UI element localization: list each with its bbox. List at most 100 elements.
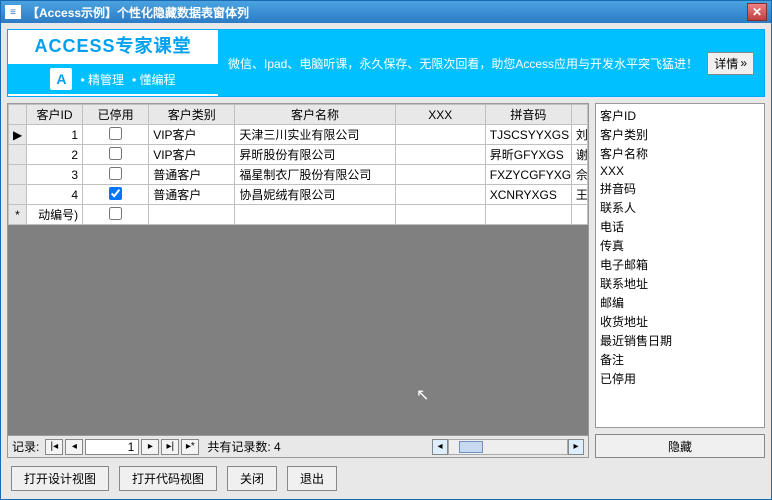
row-selector[interactable]: [9, 145, 27, 165]
table-row[interactable]: 4 普通客户 协昌妮绒有限公司 XCNRYXGS 王: [9, 185, 588, 205]
cursor-icon: ↖: [416, 385, 429, 405]
record-nav: 记录: |◂ ◂ ▸ ▸| ▸* 共有记录数: 4 ◂ ▸: [8, 435, 588, 457]
scroll-right-button[interactable]: ▸: [568, 439, 584, 455]
col-header[interactable]: 客户ID: [27, 105, 83, 125]
open-design-view-button[interactable]: 打开设计视图: [11, 466, 109, 491]
exit-button[interactable]: 退出: [287, 466, 337, 491]
nav-next-button[interactable]: ▸: [141, 439, 159, 455]
cell-stopped[interactable]: [83, 125, 149, 145]
nav-first-button[interactable]: |◂: [45, 439, 63, 455]
col-header[interactable]: 客户名称: [235, 105, 395, 125]
access-icon: A: [50, 68, 72, 90]
scroll-thumb[interactable]: [459, 441, 483, 453]
stopped-checkbox[interactable]: [109, 127, 122, 140]
stopped-checkbox[interactable]: [109, 147, 122, 160]
cell-tail[interactable]: 佘: [571, 165, 587, 185]
open-code-view-button[interactable]: 打开代码视图: [119, 466, 217, 491]
cell-category[interactable]: VIP客户: [149, 145, 235, 165]
cell-name[interactable]: 福星制衣厂股份有限公司: [235, 165, 395, 185]
banner-title: ACCESS专家课堂: [34, 32, 191, 58]
record-number-input[interactable]: [85, 439, 139, 455]
col-header-tail: [571, 105, 587, 125]
cell-id[interactable]: 动编号): [27, 205, 83, 225]
row-selector[interactable]: [9, 165, 27, 185]
banner-promo: 微信、Ipad、电脑听课，永久保存、无限次回看，助您Access应用与开发水平突…: [228, 55, 707, 72]
cell-id[interactable]: 2: [27, 145, 83, 165]
cell-pinyin[interactable]: FXZYCGFYXG: [485, 165, 571, 185]
cell-pinyin[interactable]: [485, 205, 571, 225]
list-item[interactable]: 联系地址: [600, 274, 760, 293]
close-icon[interactable]: ✕: [747, 3, 767, 21]
cell-xxx[interactable]: [395, 125, 485, 145]
scroll-left-button[interactable]: ◂: [432, 439, 448, 455]
cell-pinyin[interactable]: 昇昕GFYXGS: [485, 145, 571, 165]
cell-tail[interactable]: 刘: [571, 125, 587, 145]
cell-tail[interactable]: 王: [571, 185, 587, 205]
stopped-checkbox[interactable]: [109, 207, 122, 220]
table-row[interactable]: 2 VIP客户 昇昕股份有限公司 昇昕GFYXGS 谢: [9, 145, 588, 165]
row-selector-header[interactable]: [9, 105, 27, 125]
cell-tail[interactable]: [571, 205, 587, 225]
list-item[interactable]: 邮编: [600, 293, 760, 312]
cell-name[interactable]: 协昌妮绒有限公司: [235, 185, 395, 205]
cell-xxx[interactable]: [395, 145, 485, 165]
cell-name[interactable]: 昇昕股份有限公司: [235, 145, 395, 165]
cell-xxx[interactable]: [395, 205, 485, 225]
cell-name[interactable]: [235, 205, 395, 225]
list-item[interactable]: XXX: [600, 163, 760, 179]
detail-button[interactable]: 详情»: [707, 52, 754, 75]
cell-name[interactable]: 天津三川实业有限公司: [235, 125, 395, 145]
data-grid[interactable]: 客户ID 已停用 客户类别 客户名称 XXX 拼音码 ▶ 1 VIP客户 天津三…: [8, 104, 588, 225]
cell-xxx[interactable]: [395, 165, 485, 185]
hscrollbar[interactable]: ◂ ▸: [432, 439, 584, 455]
datasheet-pane: 客户ID 已停用 客户类别 客户名称 XXX 拼音码 ▶ 1 VIP客户 天津三…: [7, 103, 589, 458]
col-header[interactable]: 拼音码: [485, 105, 571, 125]
list-item[interactable]: 拼音码: [600, 179, 760, 198]
table-row[interactable]: 3 普通客户 福星制衣厂股份有限公司 FXZYCGFYXG 佘: [9, 165, 588, 185]
row-selector[interactable]: *: [9, 205, 27, 225]
list-item[interactable]: 客户ID: [600, 106, 760, 125]
cell-stopped[interactable]: [83, 185, 149, 205]
list-item[interactable]: 电子邮箱: [600, 255, 760, 274]
cell-category[interactable]: 普通客户: [149, 165, 235, 185]
cell-category[interactable]: [149, 205, 235, 225]
table-row[interactable]: ▶ 1 VIP客户 天津三川实业有限公司 TJSCSYYXGS 刘: [9, 125, 588, 145]
cell-pinyin[interactable]: XCNRYXGS: [485, 185, 571, 205]
close-button[interactable]: 关闭: [227, 466, 277, 491]
cell-tail[interactable]: 谢: [571, 145, 587, 165]
cell-stopped[interactable]: [83, 165, 149, 185]
field-listbox[interactable]: 客户ID客户类别客户名称XXX拼音码联系人电话传真电子邮箱联系地址邮编收货地址最…: [595, 103, 765, 428]
banner: ACCESS专家课堂 A • 精管理 • 懂编程 微信、Ipad、电脑听课，永久…: [7, 29, 765, 97]
nav-prev-button[interactable]: ◂: [65, 439, 83, 455]
cell-id[interactable]: 3: [27, 165, 83, 185]
hide-button[interactable]: 隐藏: [595, 434, 765, 458]
stopped-checkbox[interactable]: [109, 167, 122, 180]
cell-stopped[interactable]: [83, 205, 149, 225]
row-selector[interactable]: [9, 185, 27, 205]
table-row[interactable]: * 动编号): [9, 205, 588, 225]
list-item[interactable]: 客户类别: [600, 125, 760, 144]
cell-category[interactable]: 普通客户: [149, 185, 235, 205]
cell-xxx[interactable]: [395, 185, 485, 205]
col-header[interactable]: 已停用: [83, 105, 149, 125]
list-item[interactable]: 收货地址: [600, 312, 760, 331]
list-item[interactable]: 备注: [600, 350, 760, 369]
list-item[interactable]: 客户名称: [600, 144, 760, 163]
nav-last-button[interactable]: ▸|: [161, 439, 179, 455]
cell-category[interactable]: VIP客户: [149, 125, 235, 145]
list-item[interactable]: 电话: [600, 217, 760, 236]
nav-new-button[interactable]: ▸*: [181, 439, 199, 455]
cell-pinyin[interactable]: TJSCSYYXGS: [485, 125, 571, 145]
cell-id[interactable]: 4: [27, 185, 83, 205]
row-selector[interactable]: ▶: [9, 125, 27, 145]
cell-id[interactable]: 1: [27, 125, 83, 145]
list-item[interactable]: 最近销售日期: [600, 331, 760, 350]
col-header[interactable]: 客户类别: [149, 105, 235, 125]
list-item[interactable]: 传真: [600, 236, 760, 255]
list-item[interactable]: 联系人: [600, 198, 760, 217]
banner-right: 微信、Ipad、电脑听课，永久保存、无限次回看，助您Access应用与开发水平突…: [218, 30, 764, 96]
cell-stopped[interactable]: [83, 145, 149, 165]
col-header[interactable]: XXX: [395, 105, 485, 125]
list-item[interactable]: 已停用: [600, 369, 760, 388]
stopped-checkbox[interactable]: [109, 187, 122, 200]
